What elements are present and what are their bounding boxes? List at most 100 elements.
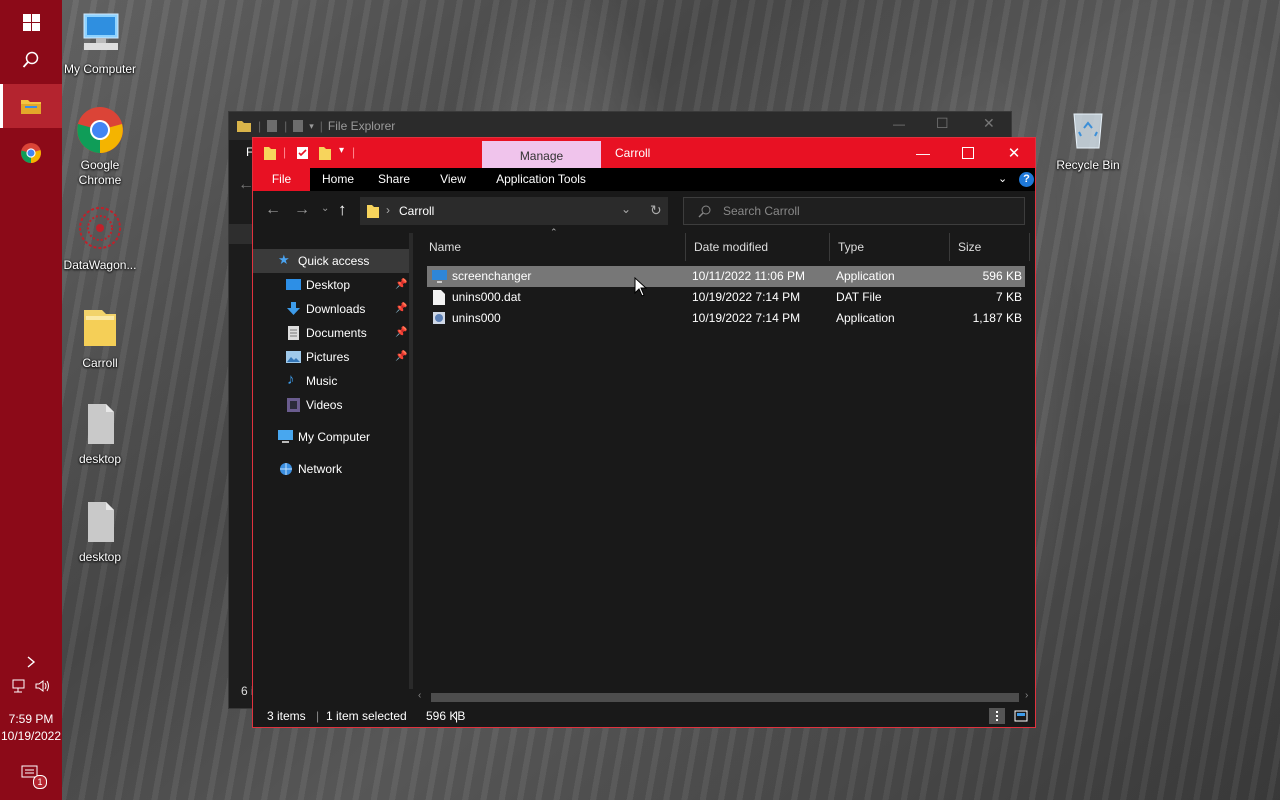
close-button[interactable]: ✕ [991,138,1037,168]
network-icon[interactable] [12,678,28,694]
scroll-left-icon[interactable]: ‹ [418,690,421,701]
desktop-icon-desktop-1[interactable]: desktop [61,400,139,467]
file-size: 596 KB [982,269,1022,283]
action-center-button[interactable]: 1 [0,752,62,796]
nav-item-videos[interactable]: Videos [253,393,409,417]
minimize-icon: — [916,145,930,161]
details-view-icon [996,711,998,721]
download-icon [287,302,300,315]
folder-icon [367,205,379,218]
maximize-button[interactable] [945,138,991,168]
file-name: unins000 [452,311,501,325]
large-icons-view-button[interactable] [1013,708,1029,724]
search-icon [698,205,711,218]
file-row-unins000-dat[interactable]: unins000.dat 10/19/2022 7:14 PM DAT File… [427,287,1025,308]
status-bar: 3 items | 1 item selected 596 KB | [253,706,1035,727]
scroll-right-icon[interactable]: › [1025,690,1028,701]
tab-manage-context[interactable]: Manage [482,141,601,168]
desktop-icon-label: Google Chrome [78,158,122,187]
tab-application-tools[interactable]: Application Tools [484,168,598,191]
nav-item-desktop[interactable]: Desktop 📌 [253,273,409,297]
nav-item-pictures[interactable]: Pictures 📌 [253,345,409,369]
customize-qat-icon[interactable]: ▾ [339,145,344,156]
help-icon[interactable]: ? [1019,172,1034,187]
new-folder-icon [293,120,304,132]
nav-network[interactable]: Network [253,457,409,481]
search-button[interactable] [0,38,62,82]
desktop-icon-my-computer[interactable]: My Computer [61,10,139,77]
bg-minimize-button[interactable]: — [893,117,905,131]
back-button[interactable]: ← [265,201,281,219]
scrollbar-thumb[interactable] [431,693,1019,702]
volume-icon[interactable] [34,678,50,694]
nav-label: Videos [306,398,343,412]
pin-icon: 📌 [395,351,408,362]
folder-icon [237,121,251,132]
search-box[interactable]: Search Carroll [683,197,1025,225]
desktop-icon-desktop-2[interactable]: desktop [61,498,139,565]
separator: | [284,119,288,133]
clock-time[interactable]: 7:59 PM [0,712,62,726]
desktop-icon-carroll[interactable]: Carroll [61,304,139,371]
uninstaller-icon [433,312,445,324]
desktop-icon-label: DataWagon... [63,258,137,272]
new-folder-icon[interactable] [318,145,332,161]
column-header-type[interactable]: Type [830,233,950,261]
status-selected: 1 item selected [326,709,407,723]
horizontal-scrollbar[interactable]: ‹ › [413,689,1035,706]
taskbar-chrome[interactable] [0,131,62,175]
desktop-icon-label: desktop [78,452,122,466]
separator: | [283,145,287,159]
up-button[interactable]: ↑ [338,200,347,220]
tab-home[interactable]: Home [310,168,366,191]
folder-icon [84,310,116,346]
separator: | [319,119,323,133]
address-dropdown-icon[interactable]: ⌄ [621,202,631,216]
refresh-icon[interactable]: ↻ [650,202,662,219]
nav-item-music[interactable]: ♪ Music [253,369,409,393]
explorer-window[interactable]: | ▾ | Manage Carroll — ✕ File Home Share… [252,137,1036,728]
column-header-name[interactable]: Name [421,233,686,261]
desktop-icon-datawagon[interactable]: DataWagon... [61,206,139,273]
bg-maximize-button[interactable]: ☐ [936,115,949,132]
forward-button[interactable]: → [294,201,310,219]
file-type: Application [836,269,895,283]
tab-view[interactable]: View [422,168,484,191]
file-date: 10/19/2022 7:14 PM [692,290,801,304]
file-row-unins000[interactable]: unins000 10/19/2022 7:14 PM Application … [427,308,1025,329]
file-row-screenchanger[interactable]: screenchanger 10/11/2022 11:06 PM Applic… [427,266,1025,287]
column-header-size[interactable]: Size [950,233,1030,261]
nav-my-computer[interactable]: My Computer [253,425,409,449]
large-icons-view-icon [1014,710,1028,722]
minimize-button[interactable]: — [900,138,946,168]
nav-label: Quick access [298,254,370,268]
details-view-button[interactable] [989,708,1005,724]
properties-icon[interactable] [296,146,309,160]
recent-locations-icon[interactable]: ⌄ [321,203,329,214]
breadcrumb-chevron-icon: › [386,203,390,217]
nav-quick-access[interactable]: ★ Quick access [253,249,409,273]
nav-item-downloads[interactable]: Downloads 📌 [253,297,409,321]
folder-icon [264,147,276,160]
address-bar[interactable]: › Carroll ⌄ ↻ [360,197,668,225]
desktop-icon-chrome[interactable]: Google Chrome [61,106,139,188]
taskbar-file-explorer[interactable] [0,84,62,128]
column-header-date-modified[interactable]: Date modified [686,233,830,261]
desktop-icon-recycle-bin[interactable]: Recycle Bin [1049,106,1127,173]
recycle-bin-icon [1073,113,1103,149]
nav-item-documents[interactable]: Documents 📌 [253,321,409,345]
pin-icon: 📌 [395,279,408,290]
file-size: 7 KB [995,290,1022,304]
clock-date[interactable]: 10/19/2022 [0,729,62,743]
customize-qat-icon[interactable]: ▾ [309,121,314,132]
title-bar[interactable]: | ▾ | Manage Carroll — ✕ [253,138,1035,168]
bg-close-button[interactable]: ✕ [983,115,995,132]
search-input[interactable]: Search Carroll [723,204,800,218]
ribbon-expand-icon[interactable]: ⌄ [998,172,1007,185]
tab-file[interactable]: File [253,168,310,191]
bg-nav-selection [229,224,253,244]
navigation-pane: ★ Quick access Desktop 📌 Downloads 📌 Doc… [253,233,409,689]
file-type: DAT File [836,290,882,304]
tab-share[interactable]: Share [366,168,422,191]
breadcrumb-current[interactable]: Carroll [399,204,434,218]
